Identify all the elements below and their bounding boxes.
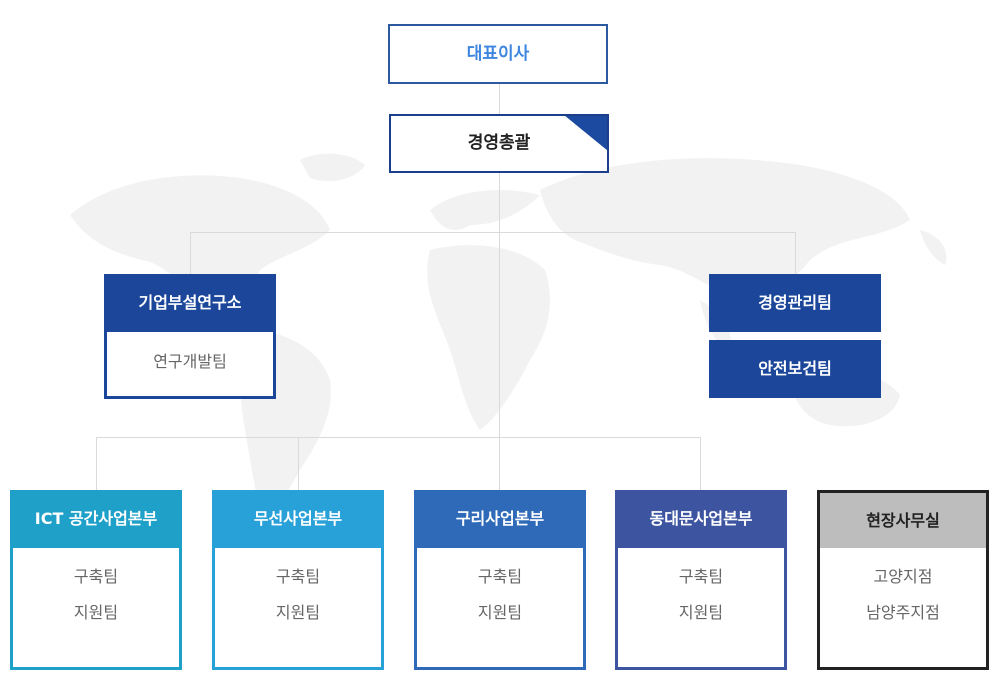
team-label: 구축팀 bbox=[678, 567, 724, 586]
connector-line bbox=[190, 232, 191, 274]
connector-line bbox=[96, 437, 97, 490]
connector-line bbox=[700, 437, 701, 490]
division-box: 동대문사업본부 구축팀 지원팀 bbox=[615, 490, 787, 670]
safety-team-label: 안전보건팀 bbox=[758, 359, 832, 378]
division-box: 무선사업본부 구축팀 지원팀 bbox=[212, 490, 384, 670]
field-office-title: 현장사무실 bbox=[820, 493, 986, 548]
team-label: 지원팀 bbox=[73, 603, 119, 622]
connector-line bbox=[499, 84, 500, 114]
management-team-label: 경영관리팀 bbox=[758, 293, 832, 312]
division-box: 구리사업본부 구축팀 지원팀 bbox=[414, 490, 586, 670]
research-institute-title: 기업부설연구소 bbox=[104, 274, 276, 332]
team-label: 연구개발팀 bbox=[153, 352, 227, 371]
connector-line bbox=[298, 437, 299, 490]
division-title: 동대문사업본부 bbox=[615, 490, 787, 548]
research-institute-box: 기업부설연구소 연구개발팀 bbox=[104, 274, 276, 399]
branch-label: 고양지점 bbox=[873, 567, 933, 586]
corner-accent bbox=[564, 116, 607, 151]
general-manager-label: 경영총괄 bbox=[467, 133, 531, 153]
management-team-box: 경영관리팀 bbox=[709, 274, 881, 332]
team-label: 지원팀 bbox=[477, 603, 523, 622]
connector-line bbox=[795, 232, 796, 274]
division-box: ICT 공간사업본부 구축팀 지원팀 bbox=[10, 490, 182, 670]
division-title: 무선사업본부 bbox=[212, 490, 384, 548]
field-office-box: 현장사무실 고양지점 남양주지점 bbox=[817, 490, 989, 670]
team-label: 지원팀 bbox=[275, 603, 321, 622]
branch-label: 남양주지점 bbox=[866, 603, 940, 622]
general-manager-box: 경영총괄 bbox=[389, 114, 609, 173]
team-label: 구축팀 bbox=[73, 567, 119, 586]
connector-line bbox=[499, 173, 500, 490]
team-label: 구축팀 bbox=[477, 567, 523, 586]
team-label: 구축팀 bbox=[275, 567, 321, 586]
ceo-label: 대표이사 bbox=[466, 44, 530, 64]
connector-line bbox=[190, 232, 795, 233]
ceo-box: 대표이사 bbox=[388, 24, 608, 84]
safety-team-box: 안전보건팀 bbox=[709, 340, 881, 398]
team-label: 지원팀 bbox=[678, 603, 724, 622]
division-title: 구리사업본부 bbox=[414, 490, 586, 548]
connector-line bbox=[96, 437, 701, 438]
division-title: ICT 공간사업본부 bbox=[10, 490, 182, 548]
